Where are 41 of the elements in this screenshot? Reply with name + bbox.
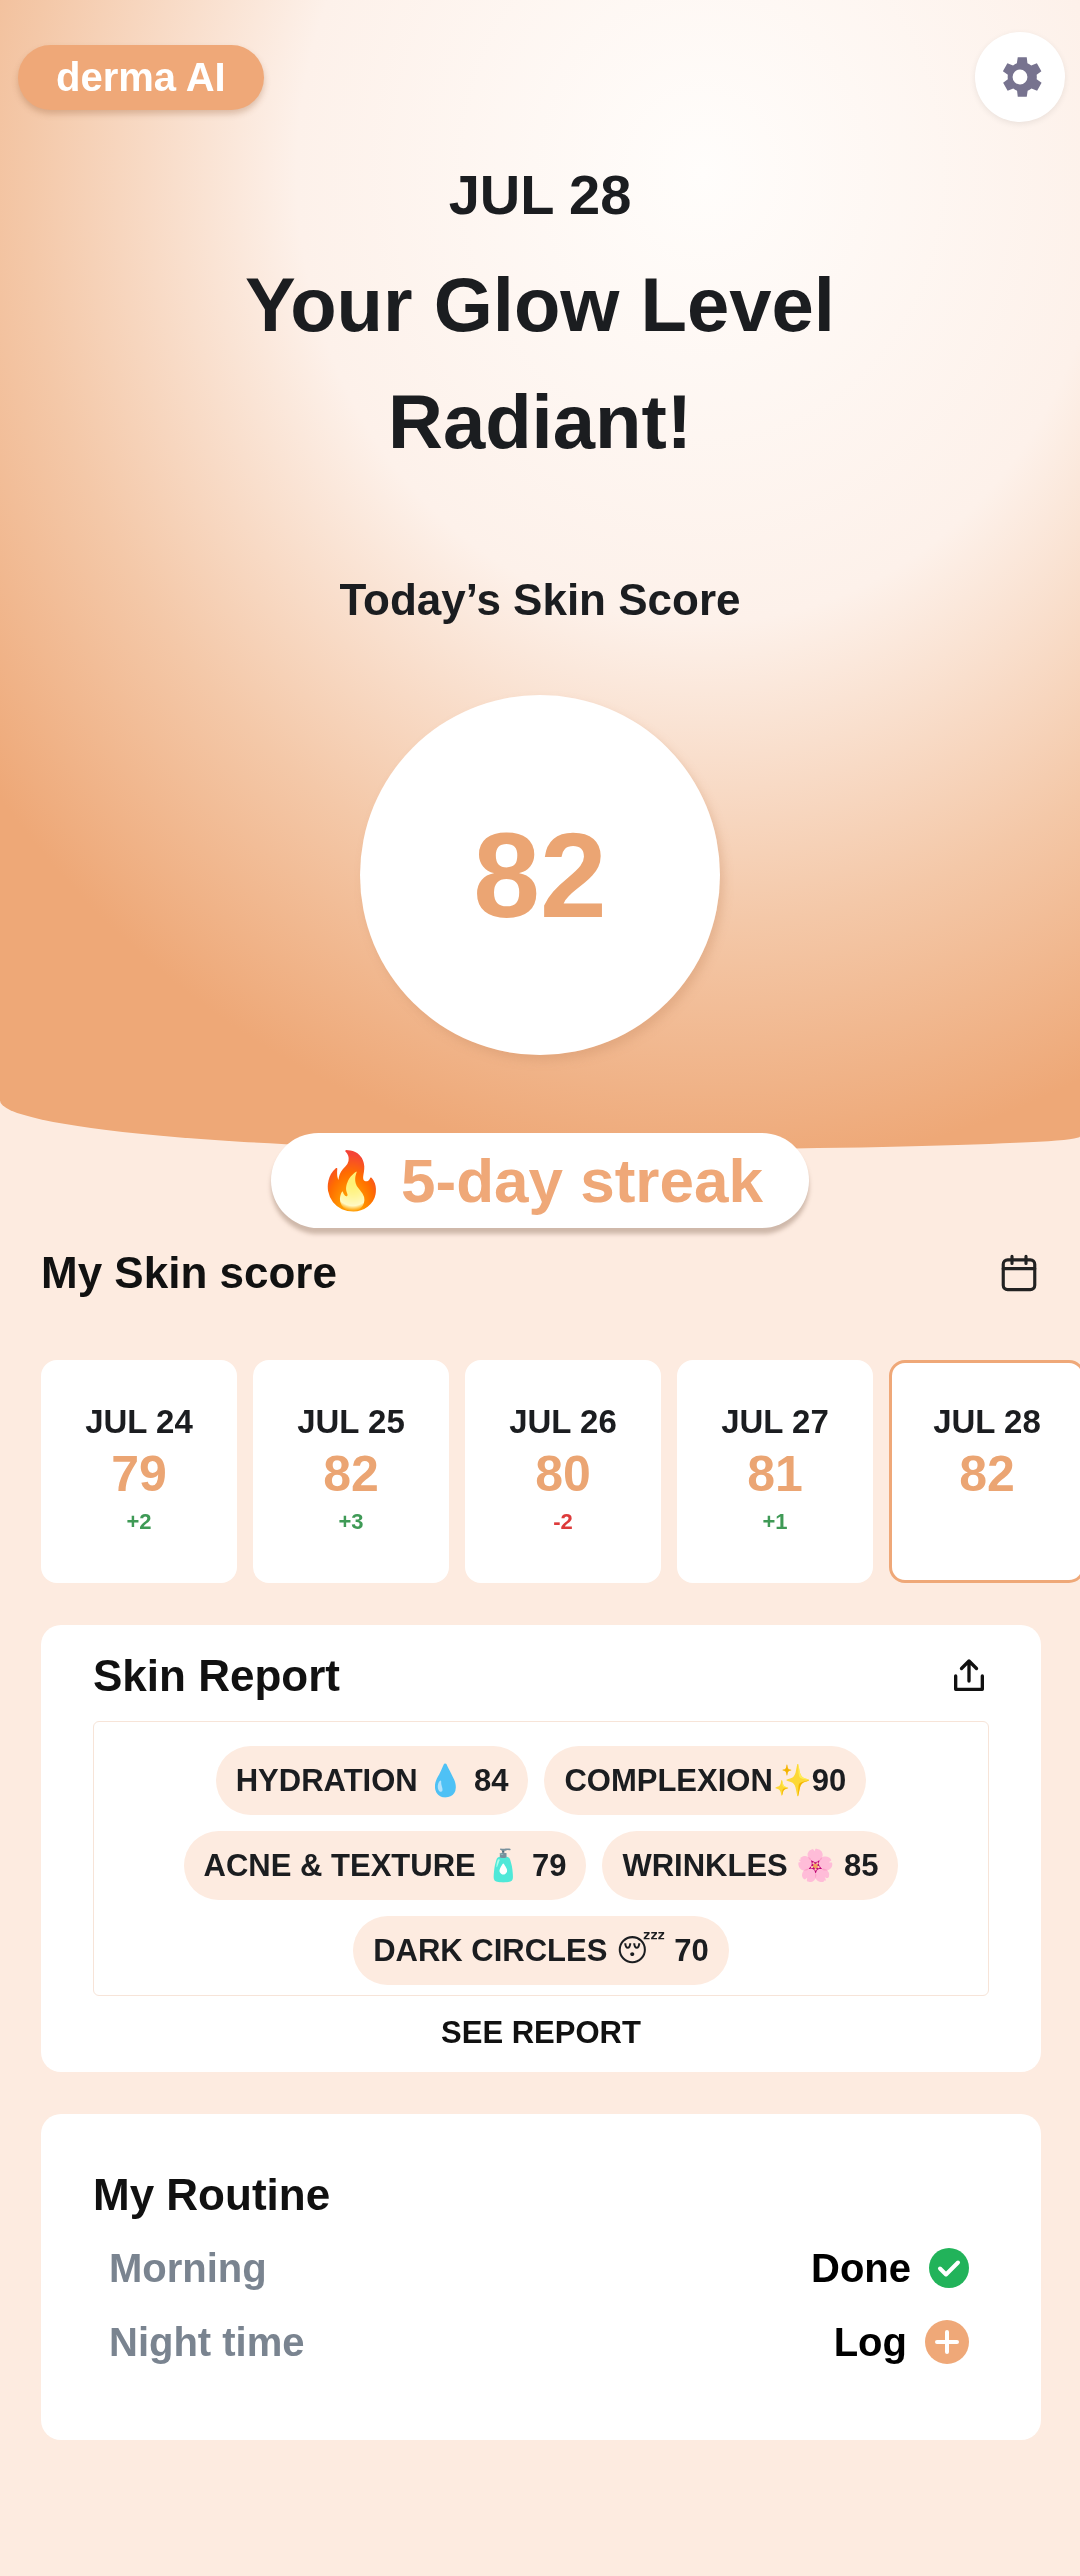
app-logo: derma AI [18, 45, 264, 110]
date-label: JUL 28 [448, 162, 632, 227]
metric-chip: ACNE & TEXTURE 🧴 79 [183, 1831, 587, 1900]
see-report-link[interactable]: SEE REPORT [435, 2014, 647, 2052]
day-card[interactable]: JUL 26 80 -2 [465, 1360, 661, 1583]
day-date: JUL 27 [721, 1403, 829, 1441]
score-change: +3 [338, 1509, 364, 1535]
day-score: 82 [323, 1445, 379, 1503]
glow-title: Your Glow Level [245, 261, 835, 348]
score-change: -2 [553, 1509, 573, 1535]
day-score: 80 [535, 1445, 591, 1503]
score-change: +1 [762, 1509, 788, 1535]
check-icon [929, 2248, 969, 2288]
card-title: Skin Report [93, 1651, 340, 1701]
day-card[interactable]: JUL 24 79 +2 [41, 1360, 237, 1583]
day-card[interactable]: JUL 28 82 [889, 1360, 1080, 1583]
day-date: JUL 24 [85, 1403, 193, 1441]
routine-status: Log [833, 2319, 907, 2365]
day-score: 81 [747, 1445, 803, 1503]
routine-status: Done [811, 2245, 911, 2291]
fire-icon: 🔥 [317, 1147, 388, 1214]
day-score: 82 [959, 1445, 1015, 1503]
day-date: JUL 28 [933, 1403, 1041, 1441]
streak-label: 5-day streak [401, 1145, 763, 1216]
day-date: JUL 25 [297, 1403, 405, 1441]
routine-name: Morning [109, 2245, 267, 2291]
score-change: +2 [126, 1509, 152, 1535]
metric-chip: HYDRATION 💧 84 [215, 1746, 529, 1815]
day-card[interactable]: JUL 27 81 +1 [677, 1360, 873, 1583]
routine-name: Night time [109, 2319, 305, 2365]
day-score: 79 [111, 1445, 167, 1503]
metric-chip: WRINKLES 🌸 85 [602, 1831, 899, 1900]
day-date: JUL 26 [509, 1403, 617, 1441]
metric-chip: COMPLEXION✨90 [544, 1746, 867, 1815]
day-card[interactable]: JUL 25 82 +3 [253, 1360, 449, 1583]
score-label: Today’s Skin Score [339, 575, 741, 625]
score-value: 82 [473, 807, 607, 944]
metric-chip: DARK CIRCLES 😴 70 [353, 1916, 729, 1985]
section-title: My Skin score [41, 1248, 337, 1298]
card-title: My Routine [93, 2170, 331, 2219]
glow-level: Radiant! [388, 378, 692, 465]
